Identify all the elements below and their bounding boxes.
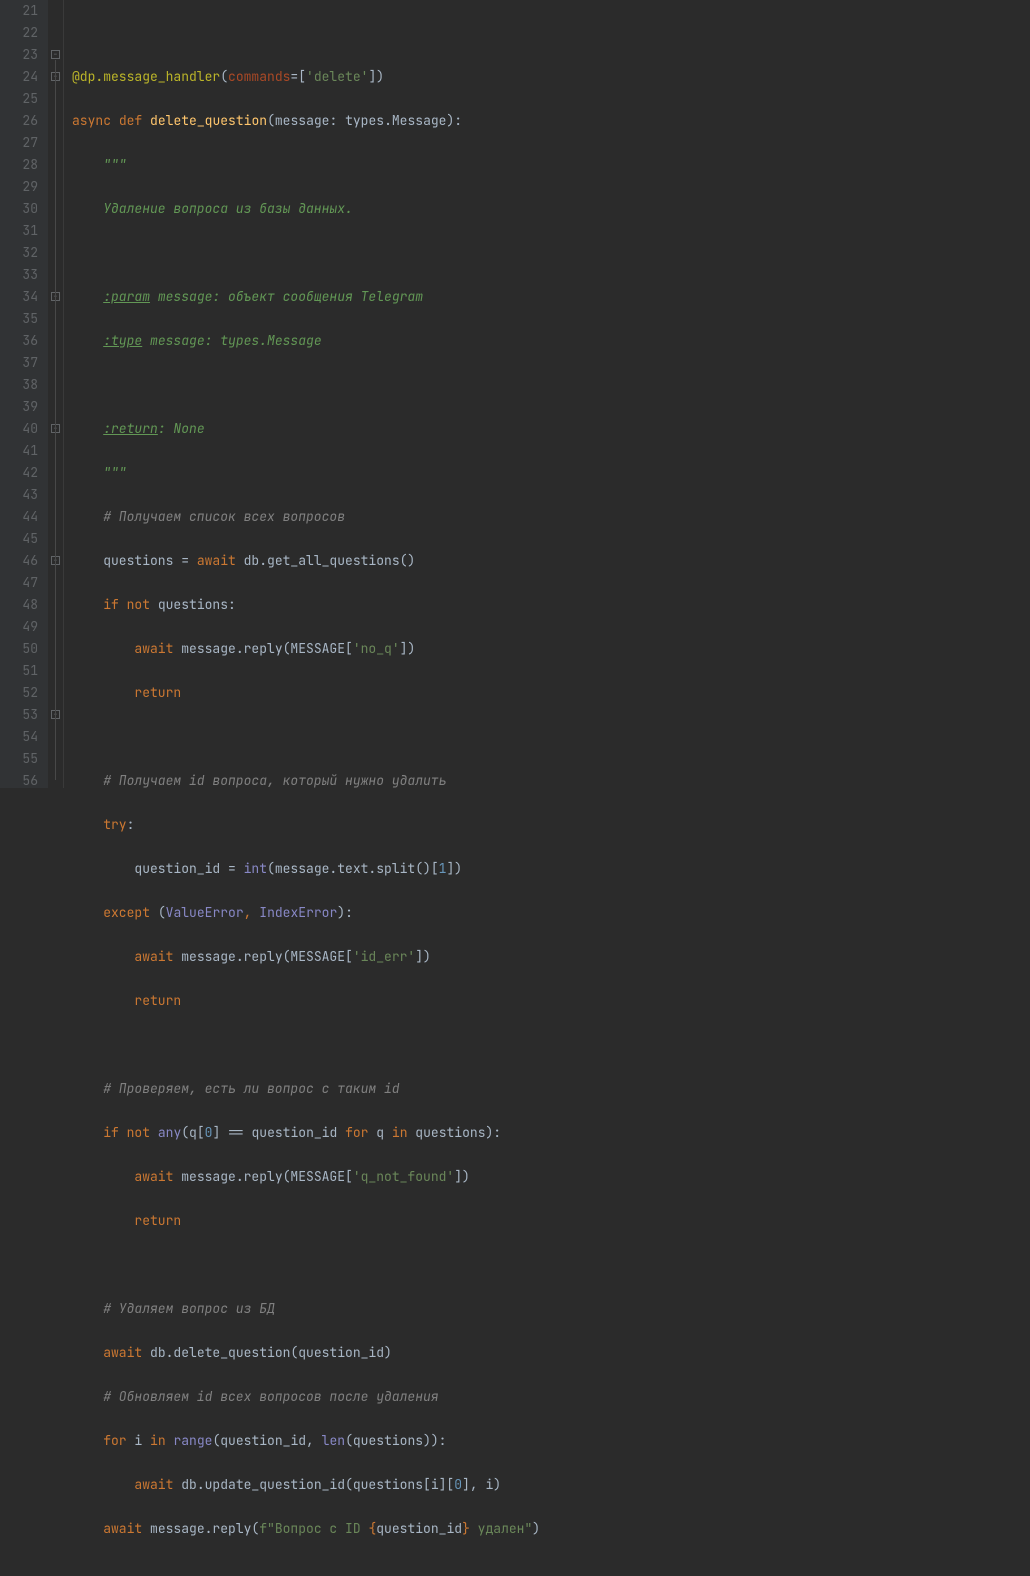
line-number: 44 [0, 506, 38, 528]
code-line[interactable]: await message.reply(f"Вопрос с ID {quest… [72, 1518, 1030, 1540]
code-line[interactable]: @dp.message_handler(commands=['delete']) [72, 66, 1030, 88]
fold-column [48, 0, 64, 788]
line-number: 46 [0, 550, 38, 572]
line-number: 27 [0, 132, 38, 154]
code-line[interactable]: await db.update_question_id(questions[i]… [72, 1474, 1030, 1496]
code-line[interactable]: await message.reply(MESSAGE['id_err']) [72, 946, 1030, 968]
code-line[interactable]: return [72, 682, 1030, 704]
code-line[interactable]: """ [72, 154, 1030, 176]
fold-marker-icon[interactable] [51, 50, 60, 59]
line-number: 39 [0, 396, 38, 418]
line-number: 51 [0, 660, 38, 682]
code-line[interactable]: for i in range(question_id, len(question… [72, 1430, 1030, 1452]
line-number: 53 [0, 704, 38, 726]
line-number: 36 [0, 330, 38, 352]
line-number-gutter: 21 22 23 24 25 26 27 28 29 30 31 32 33 3… [0, 0, 48, 788]
line-number: 22 [0, 22, 38, 44]
code-line[interactable] [72, 242, 1030, 264]
code-line[interactable]: await message.reply(MESSAGE['no_q']) [72, 638, 1030, 660]
line-number: 28 [0, 154, 38, 176]
code-line[interactable]: # Получаем список всех вопросов [72, 506, 1030, 528]
line-number: 25 [0, 88, 38, 110]
code-line[interactable]: # Удаляем вопрос из БД [72, 1298, 1030, 1320]
line-number: 23 [0, 44, 38, 66]
code-line[interactable] [72, 374, 1030, 396]
code-line[interactable]: # Обновляем id всех вопросов после удале… [72, 1386, 1030, 1408]
code-editor[interactable]: 21 22 23 24 25 26 27 28 29 30 31 32 33 3… [0, 0, 1030, 788]
code-line[interactable]: Удаление вопроса из базы данных. [72, 198, 1030, 220]
code-line[interactable]: except (ValueError, IndexError): [72, 902, 1030, 924]
line-number: 24 [0, 66, 38, 88]
line-number: 56 [0, 770, 38, 792]
line-number: 30 [0, 198, 38, 220]
code-content[interactable]: @dp.message_handler(commands=['delete'])… [64, 0, 1030, 788]
line-number: 47 [0, 572, 38, 594]
code-line[interactable] [72, 22, 1030, 44]
code-line[interactable]: if not questions: [72, 594, 1030, 616]
line-number: 35 [0, 308, 38, 330]
code-line[interactable]: questions = await db.get_all_questions() [72, 550, 1030, 572]
line-number: 38 [0, 374, 38, 396]
code-line[interactable] [72, 1562, 1030, 1576]
line-number: 43 [0, 484, 38, 506]
code-line[interactable] [72, 726, 1030, 748]
code-line[interactable]: return [72, 1210, 1030, 1232]
line-number: 52 [0, 682, 38, 704]
code-line[interactable]: question_id = int(message.text.split()[1… [72, 858, 1030, 880]
line-number: 50 [0, 638, 38, 660]
code-line[interactable]: await db.delete_question(question_id) [72, 1342, 1030, 1364]
code-line[interactable]: :type message: types.Message [72, 330, 1030, 352]
code-line[interactable]: if not any(q[0] == question_id for q in … [72, 1122, 1030, 1144]
code-line[interactable]: :param message: объект сообщения Telegra… [72, 286, 1030, 308]
line-number: 41 [0, 440, 38, 462]
line-number: 48 [0, 594, 38, 616]
line-number: 49 [0, 616, 38, 638]
line-number: 55 [0, 748, 38, 770]
line-number: 54 [0, 726, 38, 748]
code-line[interactable]: """ [72, 462, 1030, 484]
code-line[interactable]: return [72, 990, 1030, 1012]
code-line[interactable]: try: [72, 814, 1030, 836]
line-number: 34 [0, 286, 38, 308]
line-number: 21 [0, 0, 38, 22]
code-line[interactable]: await message.reply(MESSAGE['q_not_found… [72, 1166, 1030, 1188]
line-number: 33 [0, 264, 38, 286]
code-line[interactable]: :return: None [72, 418, 1030, 440]
code-line[interactable]: async def delete_question(message: types… [72, 110, 1030, 132]
code-line[interactable]: # Получаем id вопроса, который нужно уда… [72, 770, 1030, 792]
code-line[interactable] [72, 1034, 1030, 1056]
line-number: 26 [0, 110, 38, 132]
line-number: 31 [0, 220, 38, 242]
line-number: 37 [0, 352, 38, 374]
line-number: 42 [0, 462, 38, 484]
line-number: 45 [0, 528, 38, 550]
line-number: 40 [0, 418, 38, 440]
line-number: 29 [0, 176, 38, 198]
code-line[interactable]: # Проверяем, есть ли вопрос с таким id [72, 1078, 1030, 1100]
line-number: 32 [0, 242, 38, 264]
code-line[interactable] [72, 1254, 1030, 1276]
